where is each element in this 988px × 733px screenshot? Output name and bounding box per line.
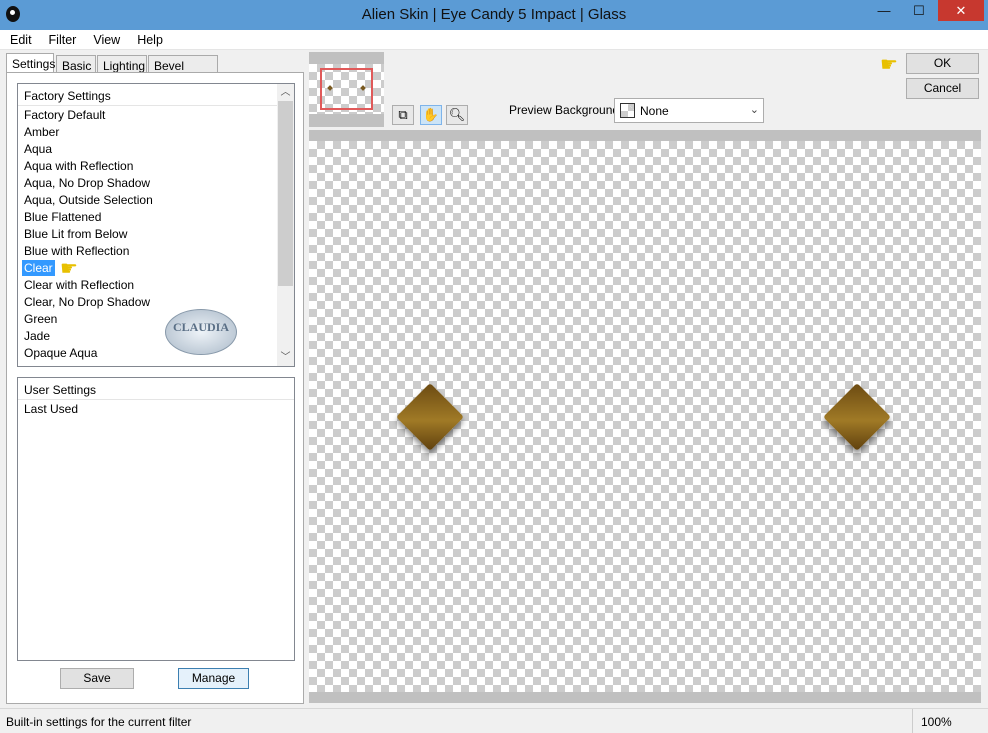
cancel-button[interactable]: Cancel [906,78,979,99]
list-item-label: Green [24,312,58,326]
scroll-down-icon[interactable]: ﹀ [277,349,294,366]
menu-help[interactable]: Help [127,30,170,47]
list-item[interactable]: Aqua, No Drop Shadow [18,174,294,191]
glass-diamond-right [823,383,891,451]
list-item[interactable]: Blue with Reflection [18,242,294,259]
list-item-label: Clear with Reflection [24,278,135,292]
save-button[interactable]: Save [60,668,134,689]
preview-background-value: None [640,104,669,118]
list-item-label: Factory Default [24,108,106,122]
scroll-up-icon[interactable]: ︿ [277,84,294,101]
menu-bar: Edit Filter View Help [0,30,988,50]
list-item[interactable]: Blue Flattened [18,208,294,225]
list-item[interactable]: Factory Default [18,106,294,123]
list-item[interactable]: Last Used [18,400,294,417]
list-item[interactable]: Amber [18,123,294,140]
list-item-label: Amber [24,125,60,139]
hand-tool-icon[interactable]: ✋ [420,105,442,125]
user-settings-list[interactable]: User Settings Last Used [17,377,295,661]
list-item-label: Opaque Aqua [24,346,98,360]
zoom-level: 100% [912,709,952,733]
menu-edit[interactable]: Edit [0,30,39,47]
title-bar: Alien Skin | Eye Candy 5 Impact | Glass … [0,0,988,30]
list-item-label: Blue Flattened [24,210,102,224]
list-item-label: Aqua, Outside Selection [24,193,153,207]
settings-panel: Factory Settings Factory Default Amber Aqu… [6,72,304,704]
status-bar: Built-in settings for the current filter… [0,708,988,733]
list-item[interactable]: Jade [18,327,294,344]
window-title: Alien Skin | Eye Candy 5 Impact | Glass [361,6,627,23]
menu-view[interactable]: View [83,30,127,47]
transparent-swatch-icon [620,103,635,118]
minimize-button[interactable]: — [870,0,898,21]
list-item-label: Jade [24,329,51,343]
preview-canvas[interactable] [309,130,981,703]
list-item[interactable]: Clear, No Drop Shadow [18,293,294,310]
status-text: Built-in settings for the current filter [6,715,192,729]
list-item-label: Blue Lit from Below [24,227,128,241]
scrollbar[interactable]: ︿ ﹀ [277,84,294,366]
maximize-button[interactable]: ☐ [905,0,933,21]
close-button[interactable]: ✕ [938,0,984,21]
list-item-label: Blue with Reflection [24,244,130,258]
factory-settings-list[interactable]: Factory Settings Factory Default Amber Aqu… [17,83,295,367]
list-item[interactable]: Aqua, Outside Selection [18,191,294,208]
list-item-label: Aqua with Reflection [24,159,134,173]
zoom-tool-icon[interactable]: 🔍︎ [446,105,468,125]
list-item-label: Clear [22,260,55,276]
list-item-label: Aqua, No Drop Shadow [24,176,151,190]
list-item[interactable]: Opaque Aqua [18,344,294,361]
pointing-hand-icon: ☛ [880,54,898,76]
list-item[interactable]: Aqua with Reflection [18,157,294,174]
glass-diamond-left [396,383,464,451]
pointing-hand-icon: ☛ [60,258,78,280]
menu-filter[interactable]: Filter [39,30,84,47]
chevron-down-icon: ⌄ [749,104,759,116]
list-item[interactable]: Green [18,310,294,327]
tab-settings[interactable]: Settings [6,53,55,74]
manage-button[interactable]: Manage [178,668,249,689]
preview-background-select[interactable]: None ⌄ [614,98,764,123]
navigator-thumbnail[interactable] [309,52,384,127]
user-settings-header: User Settings [18,378,294,400]
factory-settings-header: Factory Settings [18,84,294,106]
scroll-thumb[interactable] [278,101,293,286]
list-item-label: Aqua [24,142,53,156]
list-item[interactable]: Aqua [18,140,294,157]
preview-background-label: Preview Background: [509,103,623,117]
list-item-label: Clear, No Drop Shadow [24,295,151,309]
preview-toggle-icon[interactable]: ⧉ [392,105,414,125]
list-item[interactable]: Blue Lit from Below [18,225,294,242]
ok-button[interactable]: OK [906,53,979,74]
claudia-watermark-logo: CLAUDIA [165,309,237,355]
